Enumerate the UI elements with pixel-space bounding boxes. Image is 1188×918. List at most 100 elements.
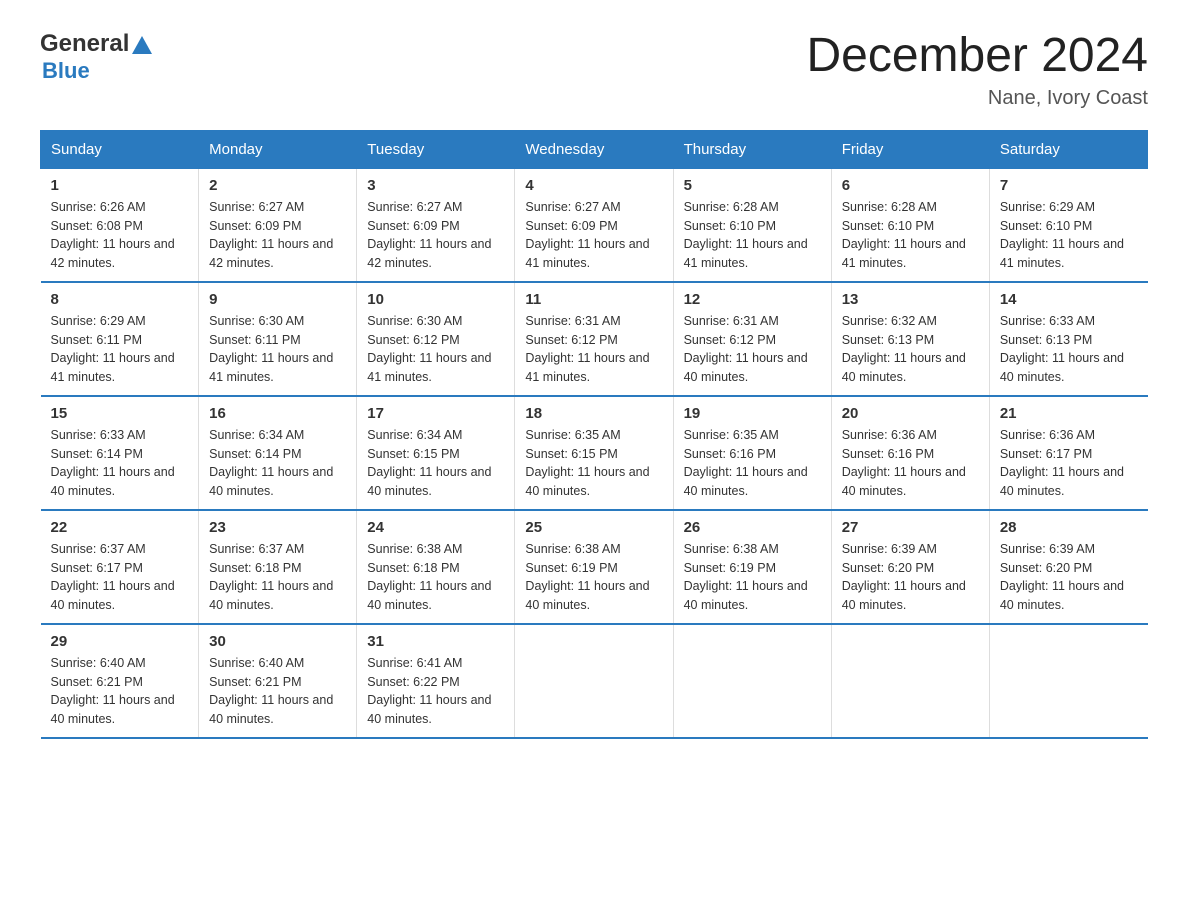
calendar-cell <box>673 624 831 738</box>
day-info: Sunrise: 6:28 AMSunset: 6:10 PMDaylight:… <box>842 198 979 273</box>
day-number: 22 <box>51 519 189 536</box>
day-info: Sunrise: 6:38 AMSunset: 6:19 PMDaylight:… <box>684 540 821 615</box>
day-number: 14 <box>1000 291 1138 308</box>
day-info: Sunrise: 6:36 AMSunset: 6:17 PMDaylight:… <box>1000 426 1138 501</box>
day-number: 28 <box>1000 519 1138 536</box>
calendar-table: SundayMondayTuesdayWednesdayThursdayFrid… <box>40 130 1148 739</box>
day-number: 15 <box>51 405 189 422</box>
title-section: December 2024 Nane, Ivory Coast <box>806 30 1148 110</box>
logo-triangle-icon <box>132 36 152 54</box>
calendar-cell <box>989 624 1147 738</box>
calendar-cell: 16 Sunrise: 6:34 AMSunset: 6:14 PMDayligh… <box>199 396 357 510</box>
day-number: 31 <box>367 633 504 650</box>
day-number: 6 <box>842 177 979 194</box>
month-title: December 2024 <box>806 30 1148 83</box>
calendar-cell: 25 Sunrise: 6:38 AMSunset: 6:19 PMDayligh… <box>515 510 673 624</box>
day-number: 8 <box>51 291 189 308</box>
day-number: 13 <box>842 291 979 308</box>
day-number: 7 <box>1000 177 1138 194</box>
calendar-cell: 18 Sunrise: 6:35 AMSunset: 6:15 PMDayligh… <box>515 396 673 510</box>
day-info: Sunrise: 6:35 AMSunset: 6:15 PMDaylight:… <box>525 426 662 501</box>
calendar-cell: 14 Sunrise: 6:33 AMSunset: 6:13 PMDayligh… <box>989 282 1147 396</box>
day-number: 18 <box>525 405 662 422</box>
day-number: 10 <box>367 291 504 308</box>
calendar-week-row: 8 Sunrise: 6:29 AMSunset: 6:11 PMDaylight… <box>41 282 1148 396</box>
calendar-week-row: 29 Sunrise: 6:40 AMSunset: 6:21 PMDayligh… <box>41 624 1148 738</box>
calendar-cell: 9Sunrise: 6:30 AMSunset: 6:11 PMDaylight… <box>199 282 357 396</box>
calendar-cell: 26 Sunrise: 6:38 AMSunset: 6:19 PMDayligh… <box>673 510 831 624</box>
calendar-cell: 1 Sunrise: 6:26 AMSunset: 6:08 PMDaylight… <box>41 168 199 282</box>
calendar-cell: 24Sunrise: 6:38 AMSunset: 6:18 PMDayligh… <box>357 510 515 624</box>
day-info: Sunrise: 6:26 AMSunset: 6:08 PMDaylight:… <box>51 198 189 273</box>
calendar-week-row: 1 Sunrise: 6:26 AMSunset: 6:08 PMDaylight… <box>41 168 1148 282</box>
calendar-cell: 4 Sunrise: 6:27 AMSunset: 6:09 PMDaylight… <box>515 168 673 282</box>
day-info: Sunrise: 6:30 AMSunset: 6:12 PMDaylight:… <box>367 312 504 387</box>
day-info: Sunrise: 6:35 AMSunset: 6:16 PMDaylight:… <box>684 426 821 501</box>
calendar-header-row: SundayMondayTuesdayWednesdayThursdayFrid… <box>41 130 1148 168</box>
day-number: 5 <box>684 177 821 194</box>
logo: General Blue <box>40 30 152 84</box>
day-info: Sunrise: 6:31 AMSunset: 6:12 PMDaylight:… <box>525 312 662 387</box>
location-text: Nane, Ivory Coast <box>806 87 1148 110</box>
day-info: Sunrise: 6:28 AMSunset: 6:10 PMDaylight:… <box>684 198 821 273</box>
day-info: Sunrise: 6:34 AMSunset: 6:15 PMDaylight:… <box>367 426 504 501</box>
calendar-cell: 21Sunrise: 6:36 AMSunset: 6:17 PMDayligh… <box>989 396 1147 510</box>
day-info: Sunrise: 6:27 AMSunset: 6:09 PMDaylight:… <box>209 198 346 273</box>
day-info: Sunrise: 6:34 AMSunset: 6:14 PMDaylight:… <box>209 426 346 501</box>
day-info: Sunrise: 6:40 AMSunset: 6:21 PMDaylight:… <box>51 654 189 729</box>
calendar-cell: 8 Sunrise: 6:29 AMSunset: 6:11 PMDaylight… <box>41 282 199 396</box>
day-number: 4 <box>525 177 662 194</box>
calendar-cell: 6 Sunrise: 6:28 AMSunset: 6:10 PMDaylight… <box>831 168 989 282</box>
calendar-cell: 15 Sunrise: 6:33 AMSunset: 6:14 PMDayligh… <box>41 396 199 510</box>
calendar-cell: 19 Sunrise: 6:35 AMSunset: 6:16 PMDayligh… <box>673 396 831 510</box>
calendar-cell <box>831 624 989 738</box>
day-number: 16 <box>209 405 346 422</box>
day-info: Sunrise: 6:27 AMSunset: 6:09 PMDaylight:… <box>525 198 662 273</box>
day-info: Sunrise: 6:27 AMSunset: 6:09 PMDaylight:… <box>367 198 504 273</box>
day-info: Sunrise: 6:37 AMSunset: 6:18 PMDaylight:… <box>209 540 346 615</box>
calendar-cell: 2 Sunrise: 6:27 AMSunset: 6:09 PMDaylight… <box>199 168 357 282</box>
day-info: Sunrise: 6:30 AMSunset: 6:11 PMDaylight:… <box>209 312 346 387</box>
day-info: Sunrise: 6:33 AMSunset: 6:13 PMDaylight:… <box>1000 312 1138 387</box>
col-header-monday: Monday <box>199 130 357 168</box>
day-info: Sunrise: 6:31 AMSunset: 6:12 PMDaylight:… <box>684 312 821 387</box>
logo-general-text: General <box>40 30 129 58</box>
calendar-cell: 17Sunrise: 6:34 AMSunset: 6:15 PMDayligh… <box>357 396 515 510</box>
calendar-cell: 22 Sunrise: 6:37 AMSunset: 6:17 PMDayligh… <box>41 510 199 624</box>
col-header-thursday: Thursday <box>673 130 831 168</box>
calendar-cell: 10 Sunrise: 6:30 AMSunset: 6:12 PMDayligh… <box>357 282 515 396</box>
day-number: 25 <box>525 519 662 536</box>
day-info: Sunrise: 6:40 AMSunset: 6:21 PMDaylight:… <box>209 654 346 729</box>
col-header-saturday: Saturday <box>989 130 1147 168</box>
col-header-friday: Friday <box>831 130 989 168</box>
day-number: 30 <box>209 633 346 650</box>
page-header: General Blue December 2024 Nane, Ivory C… <box>40 30 1148 110</box>
calendar-cell: 11 Sunrise: 6:31 AMSunset: 6:12 PMDayligh… <box>515 282 673 396</box>
day-info: Sunrise: 6:39 AMSunset: 6:20 PMDaylight:… <box>1000 540 1138 615</box>
calendar-week-row: 22 Sunrise: 6:37 AMSunset: 6:17 PMDayligh… <box>41 510 1148 624</box>
col-header-sunday: Sunday <box>41 130 199 168</box>
logo-blue-text: Blue <box>42 58 90 84</box>
day-number: 1 <box>51 177 189 194</box>
calendar-cell: 20Sunrise: 6:36 AMSunset: 6:16 PMDayligh… <box>831 396 989 510</box>
day-number: 27 <box>842 519 979 536</box>
day-number: 29 <box>51 633 189 650</box>
calendar-cell: 13Sunrise: 6:32 AMSunset: 6:13 PMDayligh… <box>831 282 989 396</box>
day-info: Sunrise: 6:37 AMSunset: 6:17 PMDaylight:… <box>51 540 189 615</box>
calendar-cell: 30 Sunrise: 6:40 AMSunset: 6:21 PMDayligh… <box>199 624 357 738</box>
calendar-cell: 27Sunrise: 6:39 AMSunset: 6:20 PMDayligh… <box>831 510 989 624</box>
day-info: Sunrise: 6:38 AMSunset: 6:19 PMDaylight:… <box>525 540 662 615</box>
day-number: 19 <box>684 405 821 422</box>
day-info: Sunrise: 6:41 AMSunset: 6:22 PMDaylight:… <box>367 654 504 729</box>
day-info: Sunrise: 6:29 AMSunset: 6:11 PMDaylight:… <box>51 312 189 387</box>
calendar-cell: 7 Sunrise: 6:29 AMSunset: 6:10 PMDaylight… <box>989 168 1147 282</box>
day-info: Sunrise: 6:29 AMSunset: 6:10 PMDaylight:… <box>1000 198 1138 273</box>
day-number: 23 <box>209 519 346 536</box>
day-number: 26 <box>684 519 821 536</box>
day-number: 2 <box>209 177 346 194</box>
day-number: 12 <box>684 291 821 308</box>
day-number: 20 <box>842 405 979 422</box>
day-number: 11 <box>525 291 662 308</box>
day-info: Sunrise: 6:33 AMSunset: 6:14 PMDaylight:… <box>51 426 189 501</box>
day-info: Sunrise: 6:38 AMSunset: 6:18 PMDaylight:… <box>367 540 504 615</box>
